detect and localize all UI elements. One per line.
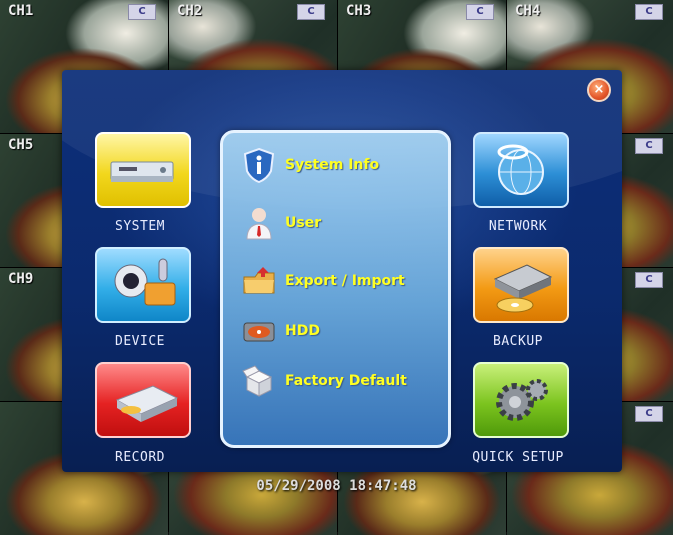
gears-icon [496,379,548,421]
network-label: NETWORK [488,219,548,234]
system-info-item[interactable]: System Info [237,147,442,183]
quick-setup-label: QUICK SETUP [472,450,564,465]
device-button[interactable] [95,247,191,323]
camera-label: CH1 [8,3,34,19]
quick-setup-button[interactable] [473,362,569,438]
record-button[interactable] [95,362,191,438]
timestamp: 05/29/2008 18:47:48 [256,478,417,494]
user-label: User [285,215,322,231]
user-item[interactable]: User [237,205,442,241]
camera-label: CH9 [8,271,34,287]
camera-badge: C [297,4,325,20]
main-menu-panel: × SYSTEM DEVICE RECORD System Info User … [62,70,622,472]
camera-badge: C [466,4,494,20]
camera-badge: C [635,406,663,422]
network-button[interactable] [473,132,569,208]
camera-badge: C [635,4,663,20]
hard-disk-icon [237,313,281,349]
camera-badge: C [128,4,156,20]
backup-button[interactable] [473,247,569,323]
user-icon [237,205,281,241]
camera-label: CH4 [515,3,541,19]
close-button[interactable]: × [587,78,611,102]
camera-label: CH3 [346,3,372,19]
device-label: DEVICE [115,334,165,349]
info-shield-icon [237,147,281,183]
factory-default-item[interactable]: Factory Default [237,363,442,399]
folder-icon [237,263,281,299]
globe-network-icon [497,144,544,195]
system-button[interactable] [95,132,191,208]
system-label: SYSTEM [115,219,165,234]
backup-label: BACKUP [493,334,543,349]
factory-default-label: Factory Default [285,373,407,389]
box-icon [237,363,281,399]
camera-label: CH5 [8,137,34,153]
hdd-disc-backup-icon [493,264,553,313]
camera-label: CH2 [177,3,203,19]
camera-badge: C [635,138,663,154]
system-submenu: System Info User Export / Import HDD Fac… [220,130,451,448]
system-info-label: System Info [285,157,380,173]
hdd-item[interactable]: HDD [237,313,442,349]
dvr-recorder-icon [110,161,174,182]
hdd-label: HDD [285,323,320,339]
export-import-item[interactable]: Export / Import [237,263,442,299]
camera-microphone-icon [114,258,176,306]
export-import-label: Export / Import [285,273,405,289]
record-label: RECORD [115,450,165,465]
recorder-disc-icon [115,385,179,422]
camera-badge: C [635,272,663,288]
